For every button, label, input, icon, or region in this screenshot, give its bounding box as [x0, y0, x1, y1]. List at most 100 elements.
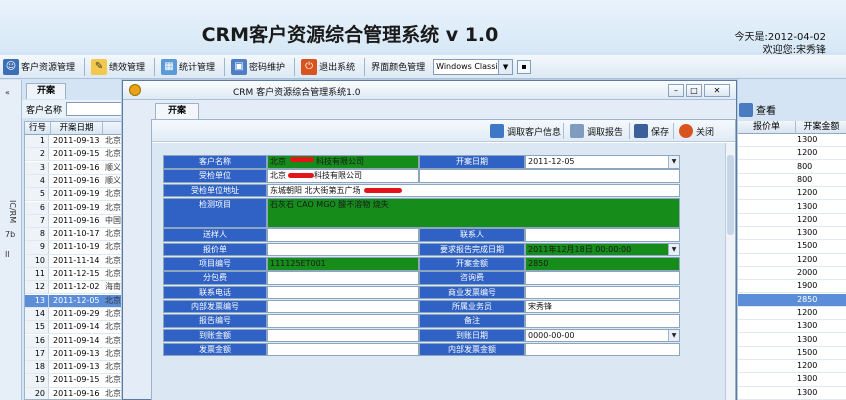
table-row[interactable]: 9 2011-10-19 北京 [25, 241, 125, 255]
fetch-customer-button[interactable]: 调取客户信息 [490, 122, 561, 140]
table-row[interactable]: 11 2011-12-15 北京 [25, 268, 125, 282]
table-row[interactable]: 14 2011-09-29 北京 [25, 307, 125, 322]
table-row[interactable]: 20 2011-09-16 北京 [25, 387, 125, 399]
table-row[interactable]: 800 [738, 174, 846, 188]
bg-right-grid[interactable]: 报价单 开案金额 1300 1200 800 800 1200 1300 1200 1300 1… [737, 121, 846, 400]
scrollbar-thumb[interactable] [727, 155, 734, 235]
deadline-field[interactable]: 2011年12月18日 00:00:00 ▼ [525, 242, 680, 257]
table-row[interactable]: 2000 [738, 267, 846, 281]
col-header-row-no[interactable]: 行号 [25, 122, 51, 135]
table-row[interactable]: 1200 [738, 360, 846, 374]
password-button[interactable]: ▣ 密码维护 [228, 57, 289, 77]
customer-resource-button[interactable]: ☺ 客户资源管理 [0, 57, 79, 77]
table-row[interactable]: 13 2011-12-05 北京 [25, 294, 125, 308]
open-date-field[interactable]: 2011-12-05 ▼ [525, 155, 680, 169]
save-button[interactable]: 保存 [634, 122, 669, 140]
table-row[interactable]: 18 2011-09-13 北京 [25, 361, 125, 375]
table-row[interactable]: 16 2011-09-14 北京 [25, 334, 125, 348]
contact-field[interactable] [525, 228, 680, 242]
table-row[interactable]: 1300 [738, 334, 846, 347]
arrival-amount-field[interactable] [267, 328, 419, 342]
invoice-no-field[interactable] [525, 285, 680, 300]
row-date: 2011-11-14 [53, 255, 100, 265]
remark-field[interactable] [525, 314, 680, 328]
table-row[interactable]: 1200 [738, 147, 846, 161]
table-row[interactable]: 1200 [738, 214, 846, 227]
bg-filter-bar: 客户名称 [22, 100, 126, 118]
invoice-amount-field[interactable] [267, 342, 419, 357]
arrival-date-field[interactable]: 0000-00-00 ▼ [525, 328, 680, 342]
statistics-button[interactable]: ▦ 统计管理 [158, 57, 219, 77]
table-row[interactable]: 1900 [738, 280, 846, 294]
test-items-field[interactable]: 石灰石 CAO MGO 酸不溶物 烧失 [267, 197, 680, 228]
table-row[interactable]: 15 2011-09-14 北京 [25, 321, 125, 335]
table-row[interactable]: 7 2011-09-16 中国 [25, 214, 125, 228]
table-row[interactable]: 2 2011-09-15 北京 [25, 148, 125, 162]
table-row[interactable]: 17 2011-09-13 北京 [25, 347, 125, 361]
col-header-quote[interactable]: 报价单 [738, 121, 796, 134]
project-no-label: 项目编号 [163, 257, 267, 271]
table-row[interactable]: 1200 [738, 307, 846, 321]
dialog-titlebar[interactable]: CRM 客户资源综合管理系统1.0 – □ ✕ [123, 81, 736, 100]
customer-name-field[interactable]: 北京 科技有限公司 [267, 155, 419, 169]
vertical-scrollbar[interactable] [725, 143, 735, 400]
theme-select[interactable]: Windows Classic ▼ [433, 58, 514, 75]
table-row[interactable]: 4 2011-09-16 顺义 [25, 174, 125, 189]
subcontract-fee-field[interactable] [267, 271, 419, 285]
table-row[interactable]: 1300 [738, 134, 846, 148]
table-row[interactable]: 12 2011-12-02 海南 [25, 281, 125, 295]
table-row[interactable]: 800 [738, 161, 846, 174]
customer-name-input[interactable] [66, 102, 126, 116]
table-row[interactable]: 1300 [738, 373, 846, 387]
close-button[interactable]: 关闭 [679, 122, 714, 140]
row-date: 2011-09-15 [53, 149, 100, 159]
view-button[interactable]: 查看 [739, 102, 776, 117]
table-row[interactable]: 1 2011-09-13 北京 [25, 135, 125, 149]
salesman-field[interactable]: 宋秀锋 [525, 299, 680, 314]
close-window-button[interactable]: ✕ [704, 84, 730, 97]
sender-field[interactable] [267, 228, 419, 242]
table-row[interactable]: 2850 [738, 293, 846, 307]
row-amount: 1200 [797, 188, 818, 198]
table-row[interactable]: 1300 [738, 320, 846, 334]
table-row[interactable]: 1500 [738, 347, 846, 360]
phone-field[interactable] [267, 285, 419, 300]
internal-invoice-amount-field[interactable] [525, 342, 680, 357]
table-row[interactable]: 1200 [738, 187, 846, 201]
table-row[interactable]: 1300 [738, 201, 846, 214]
col-header-amount[interactable]: 开案金额 [796, 121, 846, 134]
table-row[interactable]: 5 2011-09-19 北京 [25, 188, 125, 202]
inspected-unit-field[interactable]: 北京 科技有限公司 [267, 169, 419, 183]
left-collapsed-panel[interactable]: « IC/RM 7b Il [0, 80, 22, 400]
table-row[interactable]: 10 2011-11-14 北京 [25, 254, 125, 268]
consult-fee-field[interactable] [525, 271, 680, 285]
exit-button[interactable]: ⏻ 退出系统 [298, 57, 359, 77]
row-date: 2011-09-16 [53, 162, 100, 172]
fetch-report-button[interactable]: 调取报告 [570, 122, 623, 140]
table-row[interactable]: 19 2011-09-15 北京 [25, 374, 125, 388]
report-no-field[interactable] [267, 314, 419, 328]
table-row[interactable]: 3 2011-09-16 顺义 [25, 161, 125, 175]
inspected-address-field[interactable]: 东城朝阳 北大街第五广场 [267, 183, 680, 198]
bg-case-grid[interactable]: 行号 开案日期 1 2011-09-13 北京 2 2011-09-15 北京 3 2011-… [24, 121, 126, 400]
amount-field[interactable]: 2850 [525, 257, 680, 271]
project-no-field[interactable]: 111125ET001 [267, 257, 419, 271]
pencil-icon: ✎ [91, 58, 108, 75]
sender-label: 送样人 [163, 228, 267, 242]
table-row[interactable]: 6 2011-09-19 北京 [25, 201, 125, 215]
internal-invoice-no-field[interactable] [267, 299, 419, 314]
table-row[interactable]: 1300 [738, 227, 846, 241]
table-row[interactable]: 1300 [738, 387, 846, 400]
strip-label: IC/RM [8, 200, 17, 224]
apply-theme-button[interactable]: ▪ [517, 59, 532, 74]
table-row[interactable]: 1500 [738, 240, 846, 254]
table-row[interactable]: 8 2011-10-17 北京 [25, 228, 125, 242]
bg-tab-open-case[interactable]: 开案 [26, 83, 66, 99]
quote-field[interactable] [267, 242, 419, 257]
col-header-open-date[interactable]: 开案日期 [51, 122, 103, 135]
tab-open-case[interactable]: 开案 [155, 103, 199, 119]
maximize-button[interactable]: □ [686, 84, 702, 97]
performance-button[interactable]: ✎ 绩效管理 [88, 57, 149, 77]
minimize-button[interactable]: – [668, 84, 684, 97]
table-row[interactable]: 1200 [738, 254, 846, 267]
